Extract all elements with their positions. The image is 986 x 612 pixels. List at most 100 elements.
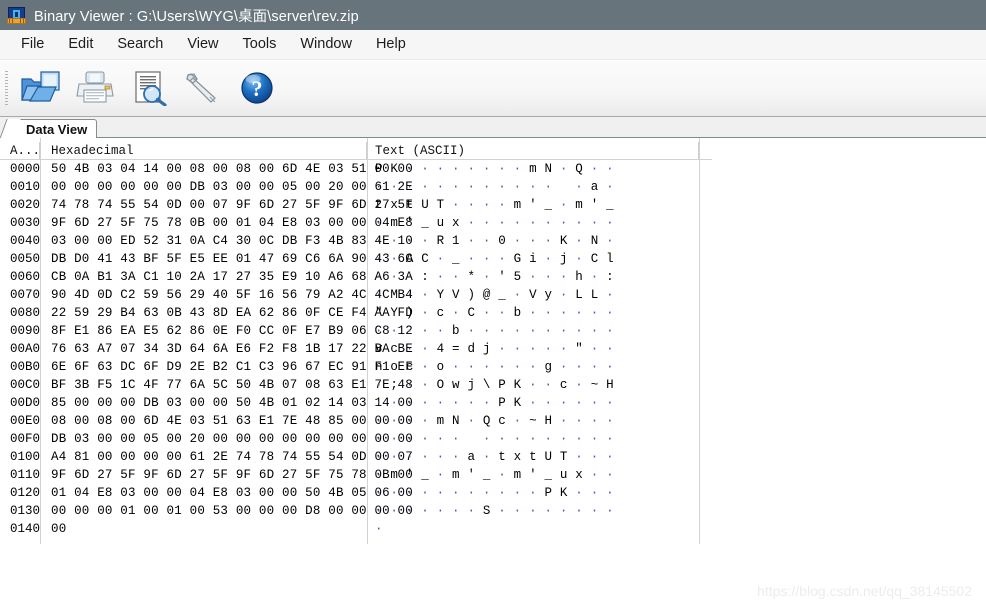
print-button[interactable] — [68, 63, 122, 113]
watermark-text: https://blog.csdn.net/qq_38145502 — [757, 583, 972, 599]
hex-row-bytes: 03 00 00 ED 52 31 0A C4 30 0C DB F3 4B 8… — [51, 234, 413, 248]
hex-row-address: 0010 — [10, 180, 41, 194]
hex-row-bytes: 22 59 29 B4 63 0B 43 8D EA 62 86 0F CE F… — [51, 306, 413, 320]
column-header-address: A... — [0, 142, 40, 160]
hex-row[interactable]: 0090 8F E1 86 EA E5 62 86 0E F0 CC 0F E7 … — [0, 322, 986, 340]
hex-row-address: 00C0 — [10, 378, 41, 392]
hex-row-ascii: · · · · R 1 · · 0 · · · K · N · — [375, 234, 614, 248]
hex-row-ascii: · — [375, 522, 383, 536]
hex-row-bytes: 74 78 74 55 54 0D 00 07 9F 6D 27 5F 9F 6… — [51, 198, 413, 212]
print-preview-button[interactable] — [122, 63, 176, 113]
hex-row-bytes: 01 04 E8 03 00 00 04 E8 03 00 00 50 4B 0… — [51, 486, 413, 500]
hex-row-bytes: 50 4B 03 04 14 00 08 00 08 00 6D 4E 03 5… — [51, 162, 413, 176]
hex-column-headers: A... Hexadecimal Text (ASCII) — [0, 142, 986, 160]
hex-row[interactable]: 00B0 6E 6F 63 DC 6F D9 2E B2 C1 C3 96 67 … — [0, 358, 986, 376]
hex-row-ascii: · · · · · · · · · · · · · · · — [375, 432, 614, 446]
hex-row-address: 00E0 — [10, 414, 41, 428]
hex-row-address: 0130 — [10, 504, 41, 518]
hex-row[interactable]: 0020 74 78 74 55 54 0D 00 07 9F 6D 27 5F … — [0, 196, 986, 214]
hex-row-bytes: DB 03 00 00 05 00 20 00 00 00 00 00 00 0… — [51, 432, 413, 446]
hex-row[interactable]: 0140 00 · — [0, 520, 986, 538]
window-title: Binary Viewer : G:\Users\WYG\桌面\server\r… — [34, 8, 359, 25]
data-view-panel[interactable]: A... Hexadecimal Text (ASCII) 0000 50 4B … — [0, 138, 986, 612]
printer-icon — [74, 70, 116, 106]
hex-row-address: 0060 — [10, 270, 41, 284]
hex-row[interactable]: 0100 A4 81 00 00 00 00 61 2E 74 78 74 55 … — [0, 448, 986, 466]
toolbar: ? — [0, 60, 986, 117]
menu-item-view[interactable]: View — [175, 33, 230, 56]
hex-rows: 0000 50 4B 03 04 14 00 08 00 08 00 6D 4E … — [0, 160, 986, 538]
menu-item-edit[interactable]: Edit — [56, 33, 105, 56]
hex-row-bytes: A4 81 00 00 00 00 61 2E 74 78 74 55 54 0… — [51, 450, 413, 464]
menu-item-file[interactable]: File — [9, 33, 56, 56]
hex-row-ascii: v c · · 4 = d j · · · · · " · · — [375, 342, 614, 356]
hex-column-divider — [367, 138, 368, 544]
toolbar-grip[interactable] — [5, 71, 8, 105]
hex-row-ascii: · · A C · _ · · · G i · j · C l — [375, 252, 614, 266]
hex-row[interactable]: 0060 CB 0A B1 3A C1 10 2A 17 27 35 E9 10 … — [0, 268, 986, 286]
column-header-text: Text (ASCII) — [367, 142, 699, 160]
address-column-divider — [40, 138, 41, 544]
hex-row-address: 0030 — [10, 216, 41, 230]
hex-row-ascii: · · · · · · · S · · · · · · · · — [375, 504, 614, 518]
tab-label: Data View — [26, 121, 88, 137]
hex-row-bytes: 85 00 00 00 DB 03 00 00 50 4B 01 02 14 0… — [51, 396, 413, 410]
hex-row-address: 0070 — [10, 288, 41, 302]
hex-row-ascii: · · · · · b · · · · · · · · · · — [375, 324, 614, 338]
tab-strip: Data View — [0, 117, 986, 139]
hex-row[interactable]: 0050 DB D0 41 43 BF 5F E5 EE 01 47 69 C6 … — [0, 250, 986, 268]
hex-row-bytes: 08 00 08 00 6D 4E 03 51 63 E1 7E 48 85 0… — [51, 414, 413, 428]
open-file-button[interactable] — [14, 63, 68, 113]
hex-row[interactable]: 0070 90 4D 0D C2 59 56 29 40 5F 16 56 79 … — [0, 286, 986, 304]
hex-row-bytes: 6E 6F 63 DC 6F D9 2E B2 C1 C3 96 67 EC 9… — [51, 360, 413, 374]
wrench-icon — [182, 70, 224, 106]
hex-row-ascii: · ; · · O w j \ P K · · c · ~ H — [375, 378, 614, 392]
help-button[interactable]: ? — [230, 63, 284, 113]
menu-item-search[interactable]: Search — [105, 33, 175, 56]
hex-row-address: 00A0 — [10, 342, 41, 356]
hex-row[interactable]: 0030 9F 6D 27 5F 75 78 0B 00 01 04 E8 03 … — [0, 214, 986, 232]
hex-row-ascii: · · · : · · * · ' 5 · · · h · : — [375, 270, 614, 284]
hex-row[interactable]: 00A0 76 63 A7 07 34 3D 64 6A E6 F2 F8 1B … — [0, 340, 986, 358]
hex-row[interactable]: 00F0 DB 03 00 00 05 00 20 00 00 00 00 00 … — [0, 430, 986, 448]
hex-row[interactable]: 0080 22 59 29 B4 63 0B 43 8D EA 62 86 0F … — [0, 304, 986, 322]
hex-row-address: 0080 — [10, 306, 41, 320]
menu-item-help[interactable]: Help — [364, 33, 418, 56]
hex-row-ascii: t x t U T · · · · m ' _ · m ' _ — [375, 198, 614, 212]
menu-item-window[interactable]: Window — [288, 33, 364, 56]
hex-row-bytes: BF 3B F5 1C 4F 77 6A 5C 50 4B 07 08 63 E… — [51, 378, 413, 392]
hex-row-bytes: DB D0 41 43 BF 5F E5 EE 01 47 69 C6 6A 9… — [51, 252, 413, 266]
menu-item-tools[interactable]: Tools — [231, 33, 289, 56]
hex-row-ascii: · · · · m N · Q c · ~ H · · · · — [375, 414, 614, 428]
hex-row-address: 0110 — [10, 468, 41, 482]
hex-row-address: 0020 — [10, 198, 41, 212]
hex-row-bytes: 76 63 A7 07 34 3D 64 6A E6 F2 F8 1B 17 2… — [51, 342, 413, 356]
question-mark-icon: ? — [236, 70, 278, 106]
hex-row-ascii: · · · · · · · · · · · · · a · — [375, 180, 614, 194]
hex-row[interactable]: 00C0 BF 3B F5 1C 4F 77 6A 5C 50 4B 07 08 … — [0, 376, 986, 394]
svg-text:?: ? — [252, 76, 263, 101]
hex-row-ascii: · M · · Y V ) @ _ · V y · L L · — [375, 288, 614, 302]
hex-row[interactable]: 0130 00 00 00 01 00 01 00 53 00 00 00 D8 … — [0, 502, 986, 520]
column-header-hexadecimal: Hexadecimal — [40, 142, 367, 160]
text-column-divider — [699, 138, 700, 544]
hex-row[interactable]: 00D0 85 00 00 00 DB 03 00 00 50 4B 01 02 … — [0, 394, 986, 412]
hex-row-address: 00F0 — [10, 432, 41, 446]
hex-row-ascii: " Y ) · c · C · · b · · · · · · — [375, 306, 614, 320]
hex-row-bytes: 9F 6D 27 5F 9F 6D 27 5F 9F 6D 27 5F 75 7… — [51, 468, 413, 482]
hex-row[interactable]: 0010 00 00 00 00 00 00 DB 03 00 00 05 00 … — [0, 178, 986, 196]
hex-row-address: 00D0 — [10, 396, 41, 410]
hex-row-ascii: n o c · o · · · · · · g · · · · — [375, 360, 614, 374]
hex-row-ascii: · · · · · · · · P K · · · · · · — [375, 396, 614, 410]
hex-row[interactable]: 00E0 08 00 08 00 6D 4E 03 51 63 E1 7E 48 … — [0, 412, 986, 430]
hex-row[interactable]: 0040 03 00 00 ED 52 31 0A C4 30 0C DB F3 … — [0, 232, 986, 250]
hex-row-bytes: CB 0A B1 3A C1 10 2A 17 27 35 E9 10 A6 6… — [51, 270, 413, 284]
tab-data-view[interactable]: Data View — [9, 119, 98, 139]
tools-button[interactable] — [176, 63, 230, 113]
hex-row[interactable]: 0110 9F 6D 27 5F 9F 6D 27 5F 9F 6D 27 5F … — [0, 466, 986, 484]
hex-row[interactable]: 0120 01 04 E8 03 00 00 04 E8 03 00 00 50 … — [0, 484, 986, 502]
hex-row-address: 0140 — [10, 522, 41, 536]
window-titlebar: Binary Viewer : G:\Users\WYG\桌面\server\r… — [0, 0, 986, 30]
header-separator — [0, 159, 712, 160]
hex-row[interactable]: 0000 50 4B 03 04 14 00 08 00 08 00 6D 4E … — [0, 160, 986, 178]
